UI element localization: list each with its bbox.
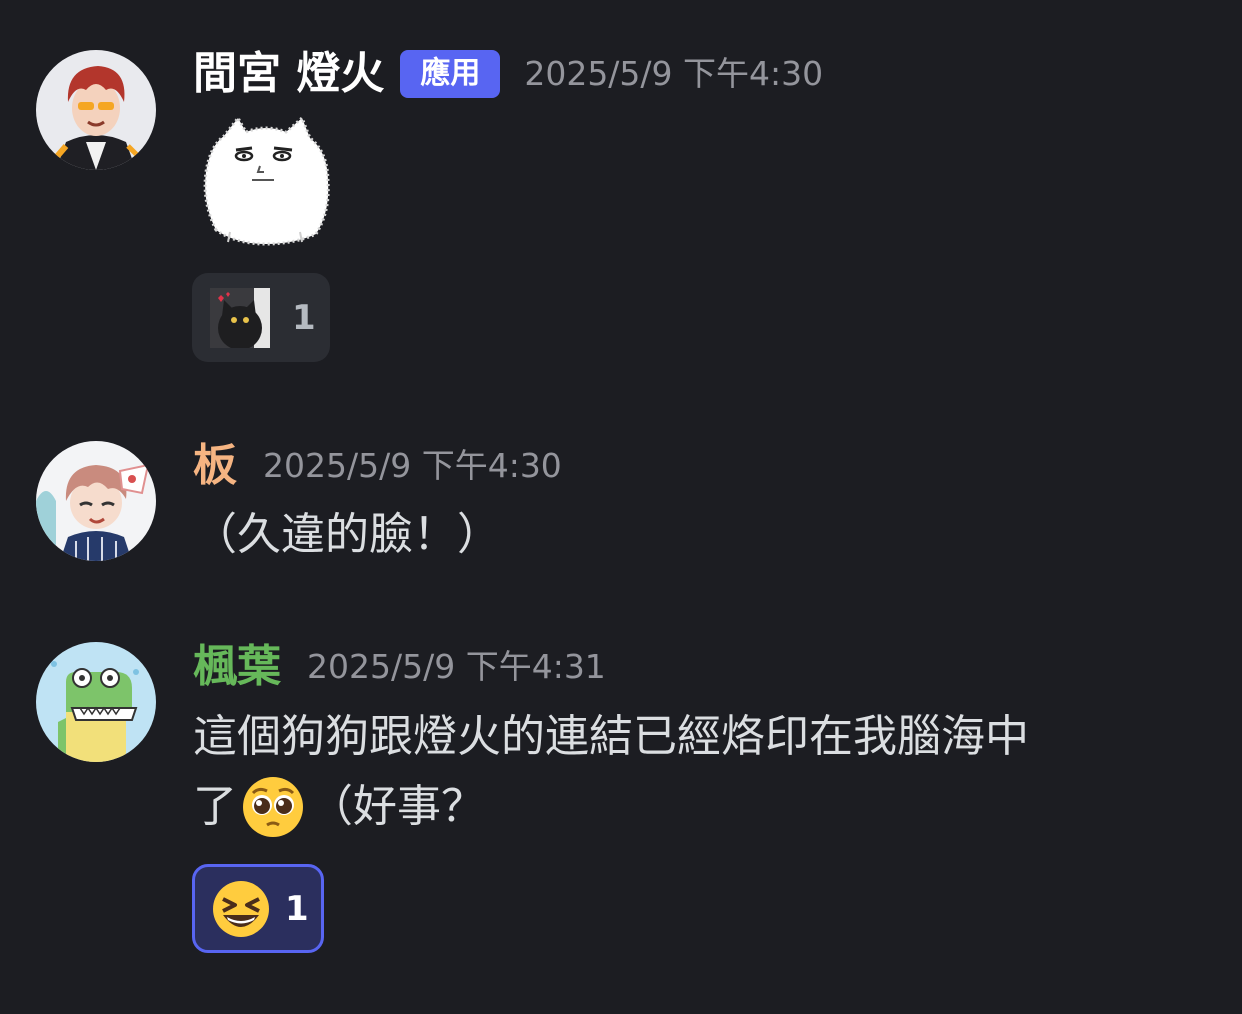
message-text-segment: 了 [193,781,237,832]
message-text-segment: （好事？ [309,781,485,832]
message-header: 楓葉 2025/5/9 下午4:31 [193,641,606,693]
avatar[interactable] [36,642,156,762]
timestamp[interactable]: 2025/5/9 下午4:31 [307,643,606,691]
message-text: 這個狗狗跟燈火的連結已經烙印在我腦海中 了 （好事？ [193,702,1193,842]
reaction-button[interactable]: 1 [192,864,324,953]
timestamp[interactable]: 2025/5/9 下午4:30 [263,442,562,490]
message-text: （久違的臉！） [193,509,501,560]
message-text-line: 了 （好事？ [193,772,1193,842]
app-badge: 應用 [400,50,501,98]
reaction-button[interactable]: 1 [192,273,330,362]
message-header: 間宮 燈火 應用 2025/5/9 下午4:30 [193,48,823,100]
sticker[interactable] [198,112,334,248]
username[interactable]: 楓葉 [193,641,281,693]
avatar[interactable] [36,50,156,170]
message-header: 板 2025/5/9 下午4:30 [193,440,562,492]
message-text-line: 這個狗狗跟燈火的連結已經烙印在我腦海中 [193,711,1029,762]
black-cat-custom-emoji-icon [210,287,270,350]
grinning-squinting-face-emoji-icon [211,879,271,939]
username[interactable]: 間宮 燈火 [193,48,384,100]
username[interactable]: 板 [193,440,237,492]
reaction-count: 1 [292,297,316,338]
reaction-count: 1 [285,888,309,929]
avatar[interactable] [36,441,156,561]
timestamp[interactable]: 2025/5/9 下午4:30 [524,50,823,98]
pleading-face-emoji-icon [241,775,305,839]
